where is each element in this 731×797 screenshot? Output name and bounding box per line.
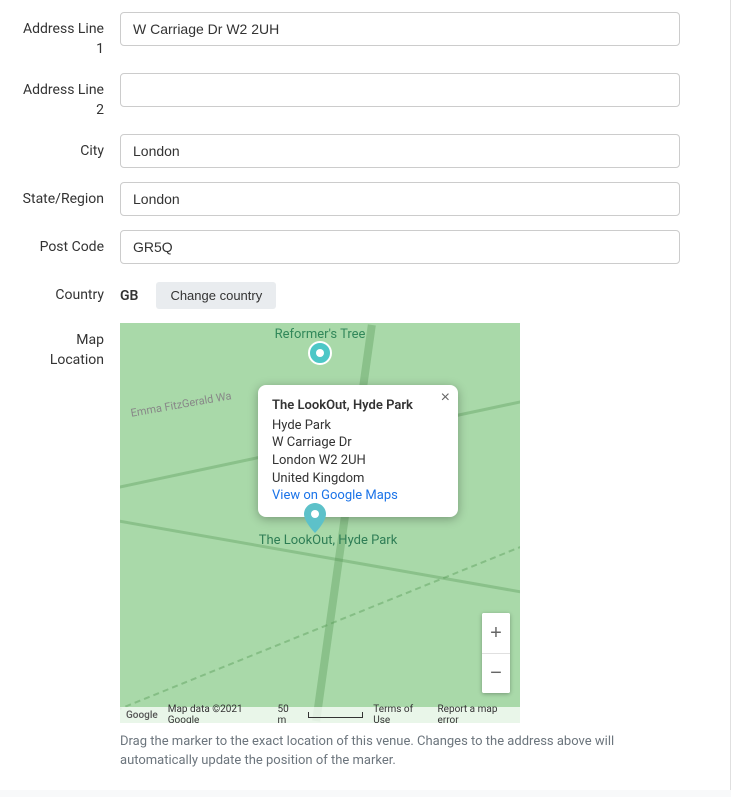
- address1-input[interactable]: [120, 12, 680, 46]
- map-report-link[interactable]: Report a map error: [438, 704, 514, 723]
- map-terms-link[interactable]: Terms of Use: [373, 704, 427, 723]
- change-country-button[interactable]: Change country: [156, 282, 276, 309]
- close-icon[interactable]: ×: [441, 390, 450, 406]
- country-label: Country: [20, 278, 120, 306]
- city-label: City: [20, 134, 120, 162]
- map-feature-label: Reformer's Tree: [275, 327, 366, 342]
- info-window-title: The LookOut, Hyde Park: [272, 397, 444, 415]
- map-copyright: Map data ©2021 Google: [168, 704, 268, 723]
- map-scale-bar: [308, 712, 363, 718]
- address2-input[interactable]: [120, 73, 680, 107]
- postcode-input[interactable]: [120, 230, 680, 264]
- info-window-line: London W2 2UH: [272, 452, 444, 470]
- google-logo: Google: [126, 710, 158, 721]
- info-window-link[interactable]: View on Google Maps: [272, 488, 398, 503]
- map-marker-icon[interactable]: [304, 503, 326, 533]
- map-help-text: Drag the marker to the exact location of…: [120, 733, 680, 769]
- state-input[interactable]: [120, 182, 680, 216]
- info-window-line: United Kingdom: [272, 470, 444, 488]
- map-feature-icon: [308, 341, 332, 365]
- info-window-line: W Carriage Dr: [272, 434, 444, 452]
- map-scale-label: 50 m: [278, 704, 299, 723]
- map-poi-label: The LookOut, Hyde Park: [259, 533, 398, 548]
- city-input[interactable]: [120, 134, 680, 168]
- zoom-in-button[interactable]: +: [482, 613, 510, 653]
- state-label: State/Region: [20, 182, 120, 210]
- map-location-label: Map Location: [20, 323, 120, 370]
- postcode-label: Post Code: [20, 230, 120, 258]
- country-value: GB: [120, 288, 138, 304]
- map-info-window: × The LookOut, Hyde Park Hyde Park W Car…: [258, 385, 458, 516]
- map-canvas[interactable]: Reformer's Tree Emma FitzGerald Wa × The…: [120, 323, 520, 723]
- address1-label: Address Line 1: [20, 12, 120, 59]
- info-window-line: Hyde Park: [272, 417, 444, 435]
- address2-label: Address Line 2: [20, 73, 120, 120]
- zoom-out-button[interactable]: −: [482, 653, 510, 693]
